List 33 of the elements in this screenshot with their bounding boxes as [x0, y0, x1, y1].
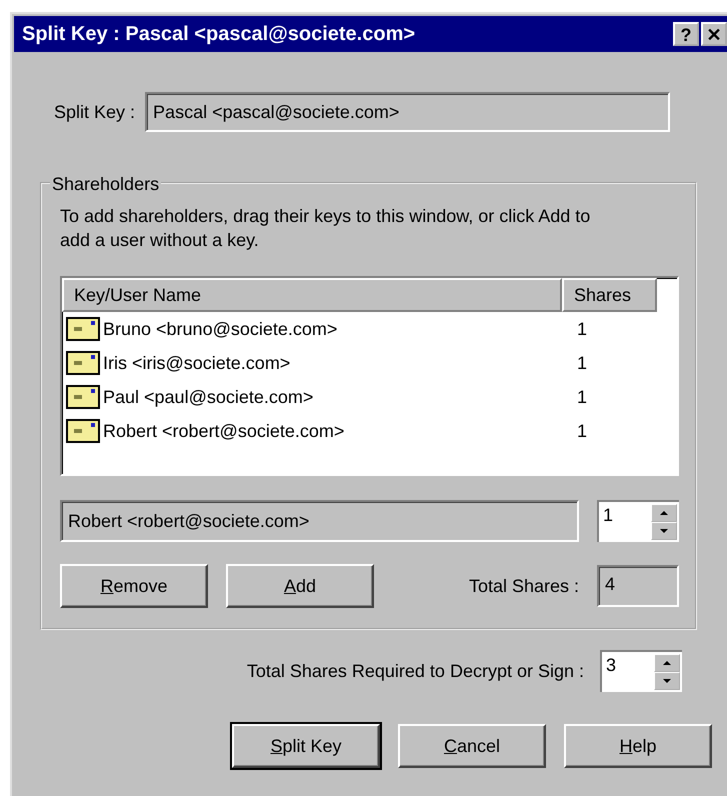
window-title: Split Key : Pascal <pascal@societe.com> — [22, 22, 416, 47]
shares-cell-text: 1 — [577, 352, 588, 374]
down-arrow-icon[interactable] — [663, 679, 671, 683]
required-shares-label: Total Shares Required to Decrypt or Sign : — [246, 660, 584, 683]
total-shares-label: Total Shares : — [468, 574, 579, 598]
dialog-button[interactable]: Cancel — [398, 724, 546, 768]
close-button[interactable]: ✕ — [701, 22, 727, 46]
key-card-icon — [66, 317, 100, 341]
key-name-cell-text: Iris <iris@societe.com> — [103, 352, 292, 374]
dialog-button[interactable]: Remove — [60, 564, 208, 608]
dialog-button[interactable]: Add — [226, 564, 374, 608]
key-card-icon — [66, 351, 100, 375]
up-arrow-icon[interactable] — [660, 511, 668, 515]
dialog-button[interactable]: Help — [564, 724, 712, 768]
shares-cell-text: 1 — [577, 318, 588, 340]
down-arrow-icon[interactable] — [660, 529, 668, 533]
split-key-field: Pascal <pascal@societe.com> — [145, 92, 670, 132]
instructions-text: To add shareholders, drag their keys to this window, or click Add to add a user without a key. — [60, 205, 592, 252]
up-arrow-icon[interactable] — [663, 661, 671, 665]
key-card-icon — [66, 385, 100, 409]
dialog-button[interactable]: Split Key — [232, 724, 380, 768]
key-name-cell-text: Paul <paul@societe.com> — [103, 386, 314, 409]
shares-cell-text: 1 — [577, 420, 588, 442]
key-card-icon — [66, 419, 100, 443]
split-key-label: Split Key : — [54, 100, 136, 124]
selected-name-field: Robert <robert@societe.com> — [60, 500, 579, 542]
shares-cell-text: 1 — [577, 386, 588, 408]
column-header[interactable]: Shares — [562, 278, 657, 312]
help-button[interactable]: ? — [673, 22, 699, 46]
key-name-cell-text: Robert <robert@societe.com> — [103, 420, 346, 442]
column-header[interactable]: Key/User Name — [62, 278, 562, 312]
key-name-cell-text: Bruno <bruno@societe.com> — [103, 318, 338, 340]
total-shares-field: 4 — [597, 565, 679, 607]
